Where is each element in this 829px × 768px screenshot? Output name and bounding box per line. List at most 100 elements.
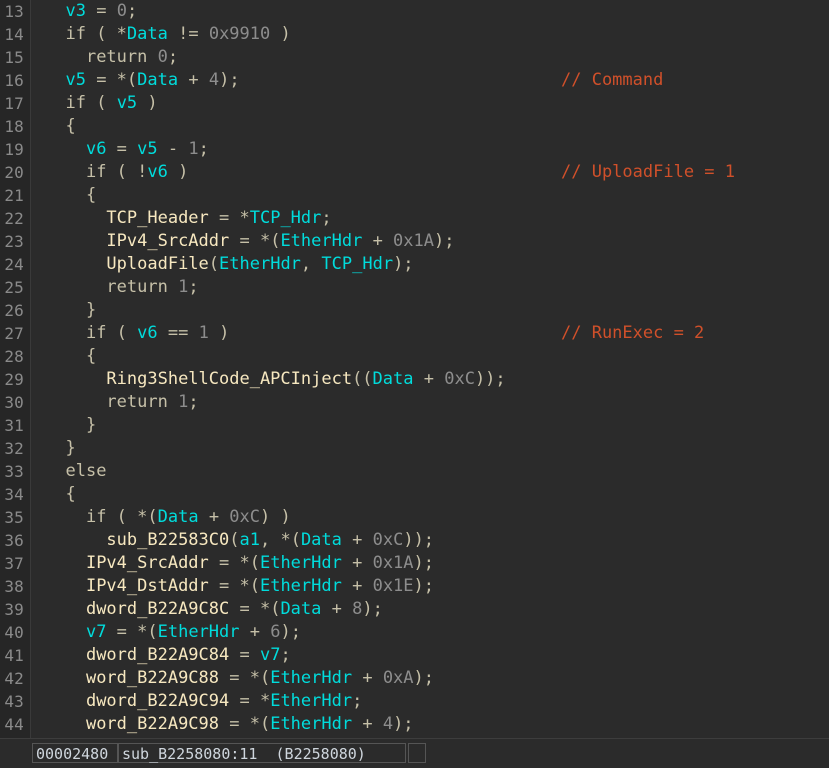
status-location-panel[interactable]: sub_B2258080:11 (B2258080): [118, 743, 406, 763]
code-line[interactable]: 33 else: [0, 460, 829, 483]
code-text[interactable]: sub_B22583C0(a1, *(Data + 0xC));: [45, 529, 434, 552]
code-line[interactable]: 41 dword_B22A9C84 = v7;: [0, 644, 829, 667]
code-text[interactable]: IPv4_SrcAddr = *(EtherHdr + 0x1A);: [45, 230, 454, 253]
code-text[interactable]: IPv4_SrcAddr = *(EtherHdr + 0x1A);: [45, 552, 434, 575]
code-token-local[interactable]: Data: [127, 24, 168, 44]
code-text[interactable]: v7 = *(EtherHdr + 6);: [45, 621, 301, 644]
code-token-glob[interactable]: IPv4_SrcAddr: [86, 553, 209, 573]
code-line[interactable]: 32 }: [0, 437, 829, 460]
code-line[interactable]: 40 v7 = *(EtherHdr + 6);: [0, 621, 829, 644]
code-text[interactable]: {: [45, 483, 75, 506]
code-token-local[interactable]: EtherHdr: [260, 576, 342, 596]
code-line[interactable]: 25 return 1;: [0, 276, 829, 299]
pseudocode-view[interactable]: 13 v3 = 0; 14 if ( *Data != 0x9910 ) 15 re…: [0, 0, 829, 738]
code-token-local[interactable]: Data: [137, 70, 178, 90]
code-text[interactable]: if ( v6 == 1 ): [45, 322, 229, 345]
code-text[interactable]: }: [45, 437, 75, 460]
code-comment[interactable]: // UploadFile = 1: [561, 161, 735, 184]
code-token-glob[interactable]: dword_B22A9C84: [86, 645, 229, 665]
code-text[interactable]: TCP_Header = *TCP_Hdr;: [45, 207, 331, 230]
code-token-local[interactable]: Data: [373, 369, 414, 389]
code-line[interactable]: 26 }: [0, 299, 829, 322]
code-line[interactable]: 35 if ( *(Data + 0xC) ): [0, 506, 829, 529]
code-text[interactable]: return 0;: [45, 46, 178, 69]
code-text[interactable]: else: [45, 460, 106, 483]
code-token-glob[interactable]: Ring3ShellCode_APCInject: [106, 369, 352, 389]
code-token-local[interactable]: EtherHdr: [158, 622, 240, 642]
code-text[interactable]: return 1;: [45, 391, 198, 414]
code-token-local[interactable]: v7: [86, 622, 106, 642]
code-token-local[interactable]: v5: [117, 93, 137, 113]
code-text[interactable]: v5 = *(Data + 4);: [45, 69, 239, 92]
code-text[interactable]: Ring3ShellCode_APCInject((Data + 0xC));: [45, 368, 505, 391]
code-line[interactable]: 21 {: [0, 184, 829, 207]
code-token-local[interactable]: Data: [158, 507, 199, 527]
code-text[interactable]: dword_B22A9C94 = *EtherHdr;: [45, 690, 362, 713]
code-token-local[interactable]: v6: [86, 139, 106, 159]
code-line[interactable]: 38 IPv4_DstAddr = *(EtherHdr + 0x1E);: [0, 575, 829, 598]
code-text[interactable]: v6 = v5 - 1;: [45, 138, 209, 161]
code-token-local[interactable]: TCP_Hdr: [321, 254, 393, 274]
code-token-glob[interactable]: word_B22A9C98: [86, 714, 219, 734]
code-text[interactable]: UploadFile(EtherHdr, TCP_Hdr);: [45, 253, 413, 276]
code-text[interactable]: {: [45, 345, 96, 368]
code-token-local[interactable]: a1: [240, 530, 260, 550]
code-line[interactable]: 44 word_B22A9C98 = *(EtherHdr + 4);: [0, 713, 829, 736]
code-line[interactable]: 31 }: [0, 414, 829, 437]
code-text[interactable]: }: [45, 299, 96, 322]
code-text[interactable]: dword_B22A9C8C = *(Data + 8);: [45, 598, 383, 621]
code-line[interactable]: 39 dword_B22A9C8C = *(Data + 8);: [0, 598, 829, 621]
code-token-local[interactable]: v6: [137, 323, 157, 343]
code-token-local[interactable]: Data: [280, 599, 321, 619]
code-token-local[interactable]: Data: [301, 530, 342, 550]
code-text[interactable]: if ( !v6 ): [45, 161, 188, 184]
code-token-local[interactable]: EtherHdr: [280, 231, 362, 251]
code-line[interactable]: 15 return 0;: [0, 46, 829, 69]
code-token-glob[interactable]: sub_B22583C0: [106, 530, 229, 550]
code-line[interactable]: 29 Ring3ShellCode_APCInject((Data + 0xC)…: [0, 368, 829, 391]
code-token-local[interactable]: v7: [260, 645, 280, 665]
code-line[interactable]: 24 UploadFile(EtherHdr, TCP_Hdr);: [0, 253, 829, 276]
code-token-local[interactable]: v6: [147, 162, 167, 182]
code-token-local[interactable]: EtherHdr: [260, 553, 342, 573]
code-line[interactable]: 20 if ( !v6 ) // UploadFile = 1: [0, 161, 829, 184]
code-token-glob[interactable]: word_B22A9C88: [86, 668, 219, 688]
code-token-glob[interactable]: TCP_Header: [106, 208, 208, 228]
code-token-glob[interactable]: dword_B22A9C8C: [86, 599, 229, 619]
code-token-local[interactable]: v3: [65, 1, 85, 21]
code-line[interactable]: 22 TCP_Header = *TCP_Hdr;: [0, 207, 829, 230]
code-token-local[interactable]: TCP_Hdr: [250, 208, 322, 228]
code-line[interactable]: 27 if ( v6 == 1 ) // RunExec = 2: [0, 322, 829, 345]
code-line[interactable]: 18 {: [0, 115, 829, 138]
code-token-local[interactable]: EtherHdr: [270, 714, 352, 734]
code-line[interactable]: 16 v5 = *(Data + 4); // Command: [0, 69, 829, 92]
code-text[interactable]: if ( v5 ): [45, 92, 157, 115]
code-text[interactable]: if ( *Data != 0x9910 ): [45, 23, 290, 46]
status-extra-panel[interactable]: [408, 743, 426, 763]
code-text[interactable]: word_B22A9C98 = *(EtherHdr + 4);: [45, 713, 414, 736]
code-comment[interactable]: // RunExec = 2: [561, 322, 704, 345]
status-address-panel[interactable]: 00002480: [32, 743, 118, 763]
code-text[interactable]: {: [45, 184, 96, 207]
code-token-glob[interactable]: UploadFile: [106, 254, 208, 274]
code-text[interactable]: v3 = 0;: [45, 0, 137, 23]
code-line[interactable]: 30 return 1;: [0, 391, 829, 414]
code-line[interactable]: 36 sub_B22583C0(a1, *(Data + 0xC));: [0, 529, 829, 552]
code-text[interactable]: IPv4_DstAddr = *(EtherHdr + 0x1E);: [45, 575, 434, 598]
code-token-glob[interactable]: dword_B22A9C94: [86, 691, 229, 711]
code-text[interactable]: return 1;: [45, 276, 198, 299]
code-token-local[interactable]: v5: [65, 70, 85, 90]
code-line[interactable]: 42 word_B22A9C88 = *(EtherHdr + 0xA);: [0, 667, 829, 690]
code-token-local[interactable]: EtherHdr: [219, 254, 301, 274]
code-text[interactable]: }: [45, 414, 96, 437]
code-token-glob[interactable]: IPv4_SrcAddr: [106, 231, 229, 251]
code-line[interactable]: 34 {: [0, 483, 829, 506]
code-line[interactable]: 13 v3 = 0;: [0, 0, 829, 23]
code-token-glob[interactable]: IPv4_DstAddr: [86, 576, 209, 596]
code-line[interactable]: 43 dword_B22A9C94 = *EtherHdr;: [0, 690, 829, 713]
code-line[interactable]: 28 {: [0, 345, 829, 368]
code-text[interactable]: dword_B22A9C84 = v7;: [45, 644, 291, 667]
code-text[interactable]: word_B22A9C88 = *(EtherHdr + 0xA);: [45, 667, 434, 690]
code-token-local[interactable]: v5: [137, 139, 157, 159]
code-text[interactable]: {: [45, 115, 75, 138]
